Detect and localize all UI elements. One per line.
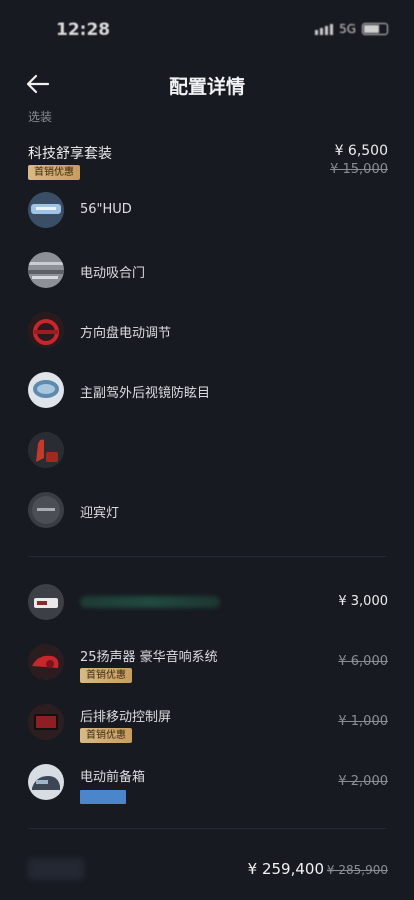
hud-thumb [28, 192, 64, 228]
launch-discount-badge: 首销优惠 [80, 728, 132, 743]
redacted-label [80, 596, 220, 608]
package-name: 科技舒享套装 [28, 146, 112, 162]
seat-thumb [28, 432, 64, 468]
mirror-thumb [28, 372, 64, 408]
option-label: 25扬声器 豪华音响系统 [80, 650, 218, 665]
signal-icon [315, 23, 334, 35]
divider [28, 556, 386, 557]
config-detail-screen: 12:28 5G 配置详情 选装 科技舒享套装 ¥ 6,500 ¥ 15,000… [0, 0, 414, 900]
divider [28, 828, 386, 829]
option-label: 后排移动控制屏 [80, 710, 172, 725]
frunk-thumb [28, 764, 64, 800]
total-price: ¥ 259,400 [247, 860, 324, 878]
section-label: 选装 [28, 110, 53, 124]
color-tag [80, 790, 126, 804]
feature-label: 迎宾灯 [80, 506, 120, 521]
welcome-light-thumb [28, 492, 64, 528]
feature-label: 方向盘电动调节 [80, 326, 172, 341]
launch-discount-badge: 首销优惠 [28, 165, 80, 180]
option-price: ¥ 3,000 [338, 594, 388, 609]
feature-label: 电动吸合门 [80, 266, 146, 281]
package-price: ¥ 6,500 [334, 143, 388, 159]
option-item-rear-screen[interactable]: 后排移动控制屏 首销优惠 ¥ 1,000 [28, 704, 388, 750]
battery-icon [362, 23, 388, 35]
status-bar: 12:28 5G [0, 0, 414, 62]
feature-item-steering: 方向盘电动调节 [28, 312, 388, 350]
door-thumb [28, 252, 64, 288]
redacted-element [28, 858, 84, 880]
bottom-bar: ¥ 259,400 ¥ 285,900 [0, 846, 414, 900]
status-icons: 5G [315, 22, 388, 36]
speaker-thumb [28, 644, 64, 680]
package-original-price: ¥ 15,000 [330, 162, 388, 177]
option-label: 电动前备箱 [80, 770, 146, 785]
status-time: 12:28 [56, 20, 111, 40]
option-price: ¥ 2,000 [338, 774, 388, 789]
option-item-frunk[interactable]: 电动前备箱 ¥ 2,000 [28, 764, 388, 810]
feature-item-seat [28, 432, 388, 470]
total-original-price: ¥ 285,900 [326, 863, 388, 877]
feature-item-door: 电动吸合门 [28, 252, 388, 290]
option-item-accessory[interactable]: ¥ 3,000 [28, 584, 388, 630]
page-title: 配置详情 [168, 76, 245, 98]
launch-discount-badge: 首销优惠 [80, 668, 132, 683]
option-item-speaker[interactable]: 25扬声器 豪华音响系统 首销优惠 ¥ 6,000 [28, 644, 388, 690]
feature-label: 56"HUD [80, 202, 132, 217]
accessory-thumb [28, 584, 64, 620]
feature-item-hud: 56"HUD [28, 192, 388, 230]
option-price: ¥ 6,000 [338, 654, 388, 669]
rear-screen-thumb [28, 704, 64, 740]
feature-item-mirror: 主副驾外后视镜防眩目 [28, 372, 388, 410]
feature-label: 主副驾外后视镜防眩目 [80, 386, 211, 401]
steering-thumb [28, 312, 64, 348]
option-price: ¥ 1,000 [338, 714, 388, 729]
header: 配置详情 [0, 62, 414, 106]
network-label: 5G [339, 22, 356, 36]
feature-item-welcome-light: 迎宾灯 [28, 492, 388, 530]
